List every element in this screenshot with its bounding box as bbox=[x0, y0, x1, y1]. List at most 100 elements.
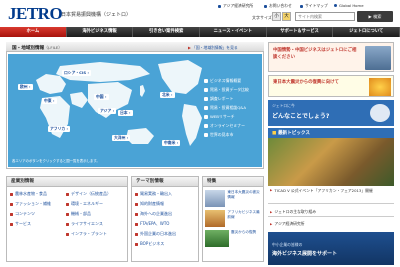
global-nav: ホーム 海外ビジネス情報 引き合い案件検索 ニュース・イベント サポート＆サービ… bbox=[0, 27, 400, 37]
theme-item[interactable]: 海外への企業進出 bbox=[135, 211, 195, 217]
feature-panel: 特集 東日本大震災の被災情報 アフリカビジネス最前線 震災からの復興 bbox=[202, 176, 264, 262]
region-oceania-button[interactable]: 大洋州 › bbox=[112, 135, 131, 141]
util-link-ide[interactable]: アジア経済研究所 bbox=[218, 3, 253, 9]
chevron-right-icon: › bbox=[128, 110, 131, 115]
util-link-sitemap[interactable]: サイトマップ bbox=[300, 3, 328, 9]
country-info-link[interactable]: ▶ 「国・地域別情報」を見る bbox=[188, 45, 238, 51]
industry-item[interactable]: 農林水産物・食品 bbox=[10, 191, 62, 197]
nav-business-info[interactable]: 海外ビジネス情報 bbox=[67, 27, 134, 37]
theme-label: FTA/EPA、WTO bbox=[140, 221, 170, 226]
map-menu-item[interactable]: オンラインセミナー bbox=[204, 123, 249, 129]
disaster-thumbnail bbox=[205, 190, 226, 207]
map-title-sub: （J-FILE） bbox=[44, 45, 63, 50]
news-link[interactable]: TICAD V 公式イベント「アフリカン・フェア2013」開催 bbox=[270, 188, 394, 193]
chevron-right-icon: › bbox=[170, 92, 173, 97]
map-menu-item[interactable]: 貿易・投資データ比較 bbox=[204, 87, 249, 93]
industry-item[interactable]: ライフサイエンス bbox=[66, 221, 111, 227]
nav-about[interactable]: ジェトロについて bbox=[333, 27, 400, 37]
sidebar-link-ide[interactable]: アジア経済研究所 bbox=[270, 221, 305, 227]
util-link-label: お問い合わせ bbox=[269, 3, 292, 8]
map-menu-item[interactable]: WEBリサーチ bbox=[204, 114, 249, 120]
feature-item[interactable]: 東日本大震災の被災情報 bbox=[205, 190, 261, 207]
industry-item[interactable]: コンテンツ bbox=[10, 211, 62, 217]
map-menu-label: ビジネス情報概要 bbox=[210, 78, 242, 83]
map-menu-label: オンラインセミナー bbox=[210, 123, 246, 128]
map-menu-item[interactable]: ビジネス情報概要 bbox=[204, 78, 249, 84]
nav-home[interactable]: ホーム bbox=[0, 27, 67, 37]
china-consult-banner[interactable]: 中国情勢・中国ビジネスはジェトロにご相談ください bbox=[268, 42, 394, 72]
news-photo[interactable] bbox=[268, 138, 394, 186]
theme-item[interactable]: 知的財産情報 bbox=[135, 201, 195, 207]
map-menu: ビジネス情報概要 貿易・投資データ比較 調査レポート 貿易・投資相談Q&A WE… bbox=[204, 78, 249, 138]
region-label: 欧州 bbox=[20, 84, 28, 89]
region-north-america-button[interactable]: 北米 › bbox=[160, 92, 175, 98]
util-link-label: Global Home bbox=[339, 3, 364, 8]
country-info-title: 国・地域別情報（J-FILE） bbox=[12, 45, 62, 51]
industry-panel: 産業別情報 農林水産物・食品 ファッション・繊維 コンテンツ サービス デザイン… bbox=[6, 176, 128, 262]
feature-label: 震災からの復興 bbox=[231, 230, 257, 234]
industry-item[interactable]: 環境・エネルギー bbox=[66, 201, 111, 207]
map-note: 各エリアのボタンをクリックすると国一覧を表示します。 bbox=[12, 159, 100, 163]
nav-support[interactable]: サポート＆サービス bbox=[267, 27, 334, 37]
region-asia-button[interactable]: アジア › bbox=[98, 108, 117, 114]
font-size-large-button[interactable]: 大 bbox=[282, 12, 291, 21]
jetro-logo[interactable]: JETRO bbox=[8, 4, 63, 24]
map-menu-item[interactable]: 世界の見本市 bbox=[204, 132, 249, 138]
map-menu-item[interactable]: 調査レポート bbox=[204, 96, 249, 102]
nav-news-events[interactable]: ニュース・イベント bbox=[200, 27, 267, 37]
chevron-right-icon: › bbox=[176, 140, 179, 145]
industry-item[interactable]: サービス bbox=[10, 221, 62, 227]
feature-item[interactable]: アフリカビジネス最前線 bbox=[205, 210, 261, 227]
search-button[interactable]: ▶ 検索 bbox=[357, 11, 393, 22]
industry-header: 産業別情報 bbox=[7, 177, 127, 187]
region-japan-button[interactable]: 日本 › bbox=[118, 110, 133, 116]
feature-label: アフリカビジネス最前線 bbox=[227, 210, 260, 219]
chevron-right-icon: › bbox=[104, 94, 107, 99]
font-size-label: 文字サイズ bbox=[252, 15, 272, 20]
region-middle-east-button[interactable]: 中東 › bbox=[42, 98, 57, 104]
industry-label: コンテンツ bbox=[15, 211, 35, 216]
sidebar-link-activities[interactable]: ジェトロの主な取り組み bbox=[270, 209, 316, 215]
industry-item[interactable]: デザイン（伝統産品） bbox=[66, 191, 111, 197]
theme-item[interactable]: BOPビジネス bbox=[135, 241, 195, 247]
theme-item[interactable]: 貿易実務・輸出入 bbox=[135, 191, 195, 197]
util-link-global[interactable]: Global Home bbox=[334, 3, 364, 8]
map-menu-label: WEBリサーチ bbox=[210, 114, 235, 119]
theme-header: テーマ別情報 bbox=[132, 177, 198, 187]
map-menu-item[interactable]: 貿易・投資相談Q&A bbox=[204, 105, 249, 111]
square-bullet-icon bbox=[218, 4, 221, 8]
seminar-icon bbox=[204, 124, 208, 128]
region-label: ロシア・CIS bbox=[64, 70, 87, 75]
region-africa-button[interactable]: アフリカ › bbox=[48, 126, 71, 132]
theme-item[interactable]: FTA/EPA、WTO bbox=[135, 221, 195, 227]
industry-item[interactable]: ファッション・繊維 bbox=[10, 201, 62, 207]
industry-item[interactable]: インフラ・プラント bbox=[66, 231, 111, 237]
nav-trade-leads[interactable]: 引き合い案件検索 bbox=[133, 27, 201, 37]
divider bbox=[268, 203, 394, 204]
map-menu-label: 貿易・投資相談Q&A bbox=[210, 105, 246, 110]
theme-label: 貿易実務・輸出入 bbox=[140, 191, 172, 196]
industry-label: 環境・エネルギー bbox=[71, 201, 103, 206]
inquiry-banner[interactable]: ジェトロに今 どんなことでしょう? bbox=[268, 100, 394, 126]
news-title: ■ 最新トピックス bbox=[272, 130, 310, 136]
font-size-small-button[interactable]: 小 bbox=[272, 12, 281, 21]
region-latin-america-button[interactable]: 中南米 › bbox=[162, 140, 181, 146]
region-russia-button[interactable]: ロシア・CIS › bbox=[62, 70, 92, 76]
industry-item[interactable]: 機械・部品 bbox=[66, 211, 111, 217]
recovery-thumbnail bbox=[205, 230, 229, 247]
region-europe-button[interactable]: 欧州 › bbox=[18, 84, 33, 90]
divider bbox=[268, 216, 394, 217]
util-link-contact[interactable]: お問い合わせ bbox=[264, 3, 292, 9]
feature-item[interactable]: 震災からの復興 bbox=[205, 230, 261, 247]
sme-support-banner[interactable]: 中小企業の皆様の 海外ビジネス展開をサポート bbox=[268, 232, 394, 265]
chevron-right-icon: › bbox=[52, 98, 55, 103]
search-input[interactable] bbox=[295, 12, 355, 21]
map-menu-label: 調査レポート bbox=[210, 96, 234, 101]
theme-label: 外国企業の日本進出 bbox=[140, 231, 176, 236]
region-china-button[interactable]: 中国 › bbox=[94, 94, 109, 100]
recovery-banner[interactable]: 東日本大震災からの復興に向けて bbox=[268, 75, 394, 97]
sme-text: 海外ビジネス展開をサポート bbox=[272, 251, 338, 257]
square-bullet-icon bbox=[264, 4, 267, 8]
theme-item[interactable]: 外国企業の日本進出 bbox=[135, 231, 195, 237]
sidebar-link-label: アジア経済研究所 bbox=[274, 221, 305, 226]
